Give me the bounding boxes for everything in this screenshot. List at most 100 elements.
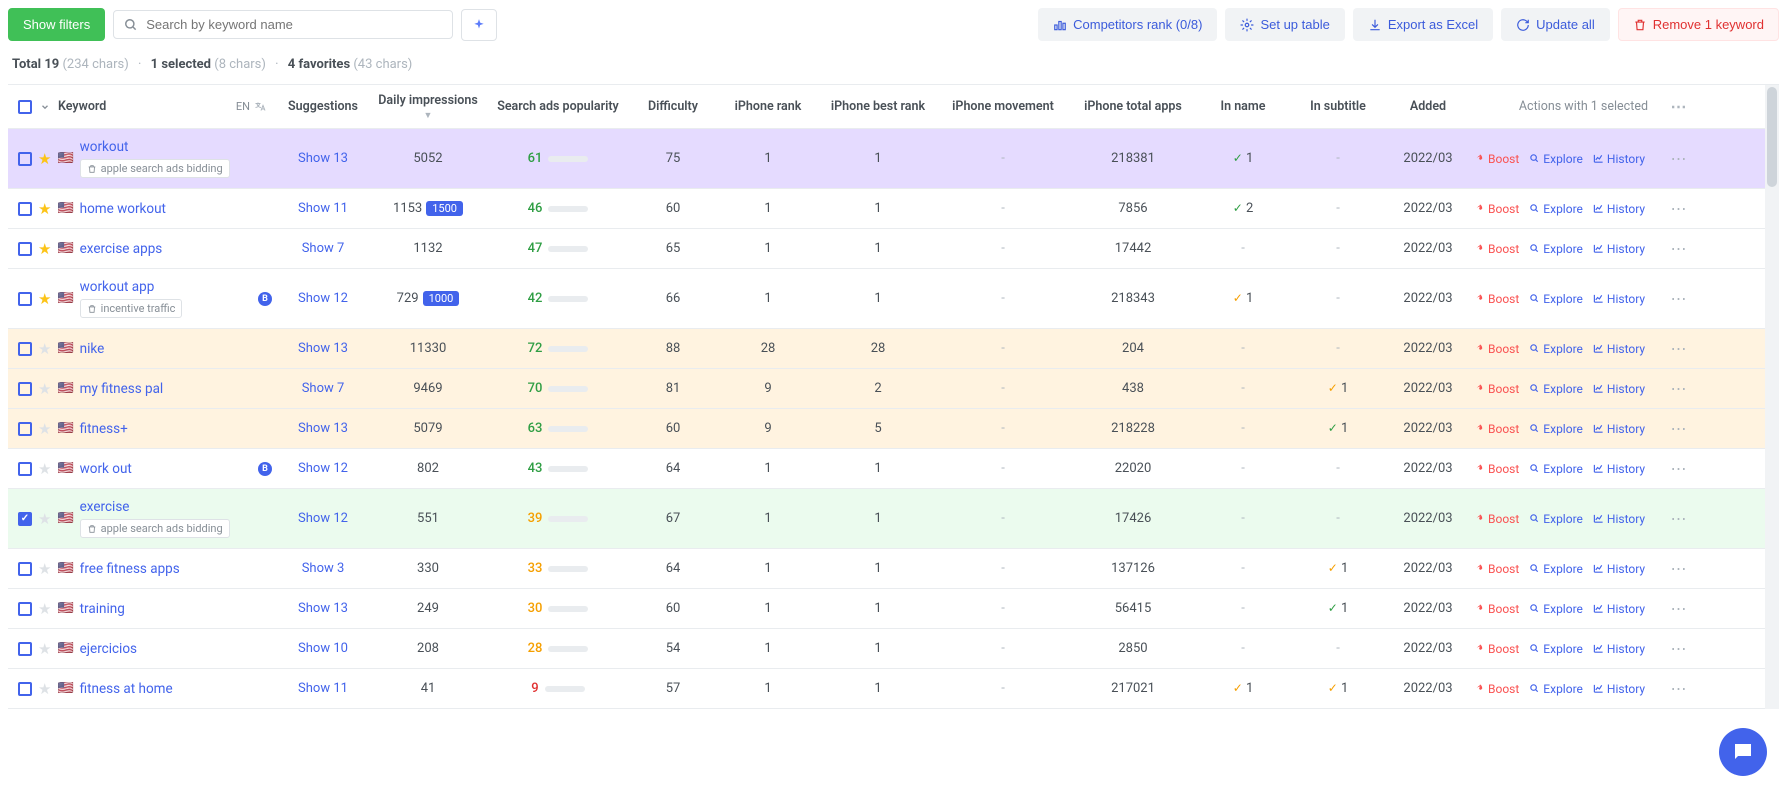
keyword-link[interactable]: workout app <box>80 279 155 295</box>
row-more-icon[interactable]: ⋯ <box>1671 559 1686 578</box>
export-excel-button[interactable]: Export as Excel <box>1353 8 1493 41</box>
row-checkbox[interactable] <box>18 202 32 216</box>
boost-button[interactable]: Boost <box>1474 292 1519 306</box>
col-keyword[interactable]: Keyword <box>58 99 106 114</box>
favorite-star-icon[interactable]: ★ <box>38 600 51 618</box>
col-actions[interactable]: Actions with 1 selected <box>1468 99 1658 114</box>
col-added[interactable]: Added <box>1388 99 1468 114</box>
row-more-icon[interactable]: ⋯ <box>1671 509 1686 528</box>
suggestions-link[interactable]: Show 13 <box>278 597 368 620</box>
favorite-star-icon[interactable]: ★ <box>38 380 51 398</box>
boost-button[interactable]: Boost <box>1474 602 1519 616</box>
boost-button[interactable]: Boost <box>1474 562 1519 576</box>
row-checkbox[interactable] <box>18 152 32 166</box>
keyword-link[interactable]: ejercicios <box>80 641 137 657</box>
boost-button[interactable]: Boost <box>1474 462 1519 476</box>
keyword-link[interactable]: nike <box>80 341 105 357</box>
competitors-rank-button[interactable]: Competitors rank (0/8) <box>1038 8 1217 41</box>
favorite-star-icon[interactable]: ★ <box>38 290 51 308</box>
suggestions-link[interactable]: Show 11 <box>278 197 368 220</box>
keyword-link[interactable]: work out <box>80 461 132 477</box>
col-iphone-rank[interactable]: iPhone rank <box>718 99 818 114</box>
favorite-star-icon[interactable]: ★ <box>38 680 51 698</box>
history-button[interactable]: History <box>1593 562 1645 576</box>
boost-button[interactable]: Boost <box>1474 682 1519 696</box>
header-more-icon[interactable]: ⋯ <box>1671 97 1686 116</box>
col-in-subtitle[interactable]: In subtitle <box>1288 99 1388 114</box>
history-button[interactable]: History <box>1593 382 1645 396</box>
history-button[interactable]: History <box>1593 682 1645 696</box>
row-checkbox[interactable] <box>18 562 32 576</box>
suggestions-link[interactable]: Show 13 <box>278 337 368 360</box>
explore-button[interactable]: Explore <box>1529 462 1583 476</box>
search-input-wrap[interactable] <box>113 10 453 39</box>
col-iphone-best[interactable]: iPhone best rank <box>818 99 938 114</box>
keyword-link[interactable]: workout <box>80 139 129 155</box>
row-more-icon[interactable]: ⋯ <box>1671 379 1686 398</box>
setup-table-button[interactable]: Set up table <box>1225 8 1344 41</box>
row-checkbox[interactable] <box>18 342 32 356</box>
row-checkbox[interactable] <box>18 512 32 526</box>
col-difficulty[interactable]: Difficulty <box>628 99 718 114</box>
suggestions-link[interactable]: Show 11 <box>278 677 368 700</box>
explore-button[interactable]: Explore <box>1529 342 1583 356</box>
suggestions-link[interactable]: Show 13 <box>278 417 368 440</box>
row-checkbox[interactable] <box>18 642 32 656</box>
keyword-link[interactable]: home workout <box>80 201 166 217</box>
vertical-scrollbar[interactable] <box>1765 85 1779 709</box>
chevron-down-icon[interactable] <box>40 102 50 112</box>
explore-button[interactable]: Explore <box>1529 422 1583 436</box>
boost-button[interactable]: Boost <box>1474 642 1519 656</box>
keyword-tag[interactable]: apple search ads bidding <box>80 519 230 538</box>
row-more-icon[interactable]: ⋯ <box>1671 679 1686 698</box>
magic-button[interactable] <box>461 9 497 41</box>
suggestions-link[interactable]: Show 3 <box>278 557 368 580</box>
col-search-ads[interactable]: Search ads popularity <box>488 99 628 114</box>
row-more-icon[interactable]: ⋯ <box>1671 419 1686 438</box>
row-checkbox[interactable] <box>18 292 32 306</box>
col-suggestions[interactable]: Suggestions <box>278 99 368 114</box>
explore-button[interactable]: Explore <box>1529 152 1583 166</box>
favorite-star-icon[interactable]: ★ <box>38 240 51 258</box>
update-all-button[interactable]: Update all <box>1501 8 1610 41</box>
suggestions-link[interactable]: Show 10 <box>278 637 368 660</box>
row-more-icon[interactable]: ⋯ <box>1671 639 1686 658</box>
col-daily-impressions[interactable]: Daily impressions▼ <box>368 93 488 121</box>
row-more-icon[interactable]: ⋯ <box>1671 459 1686 478</box>
row-checkbox[interactable] <box>18 682 32 696</box>
row-more-icon[interactable]: ⋯ <box>1671 149 1686 168</box>
favorite-star-icon[interactable]: ★ <box>38 640 51 658</box>
row-more-icon[interactable]: ⋯ <box>1671 289 1686 308</box>
suggestions-link[interactable]: Show 12 <box>278 287 368 310</box>
row-checkbox[interactable] <box>18 422 32 436</box>
history-button[interactable]: History <box>1593 422 1645 436</box>
explore-button[interactable]: Explore <box>1529 292 1583 306</box>
explore-button[interactable]: Explore <box>1529 642 1583 656</box>
keyword-link[interactable]: fitness+ <box>80 421 128 437</box>
boost-button[interactable]: Boost <box>1474 382 1519 396</box>
history-button[interactable]: History <box>1593 202 1645 216</box>
lang-selector[interactable]: EN <box>236 100 272 113</box>
show-filters-button[interactable]: Show filters <box>8 8 105 41</box>
suggestions-link[interactable]: Show 7 <box>278 377 368 400</box>
remove-keyword-button[interactable]: Remove 1 keyword <box>1618 8 1779 41</box>
history-button[interactable]: History <box>1593 462 1645 476</box>
row-more-icon[interactable]: ⋯ <box>1671 199 1686 218</box>
keyword-link[interactable]: free fitness apps <box>80 561 180 577</box>
keyword-tag[interactable]: incentive traffic <box>80 299 183 318</box>
suggestions-link[interactable]: Show 13 <box>278 147 368 170</box>
select-all-checkbox[interactable] <box>18 100 32 114</box>
favorite-star-icon[interactable]: ★ <box>38 460 51 478</box>
favorite-star-icon[interactable]: ★ <box>38 420 51 438</box>
history-button[interactable]: History <box>1593 292 1645 306</box>
suggestions-link[interactable]: Show 12 <box>278 507 368 530</box>
history-button[interactable]: History <box>1593 242 1645 256</box>
explore-button[interactable]: Explore <box>1529 602 1583 616</box>
explore-button[interactable]: Explore <box>1529 202 1583 216</box>
col-iphone-move[interactable]: iPhone movement <box>938 99 1068 114</box>
row-checkbox[interactable] <box>18 602 32 616</box>
favorite-star-icon[interactable]: ★ <box>38 200 51 218</box>
boost-button[interactable]: Boost <box>1474 512 1519 526</box>
suggestions-link[interactable]: Show 7 <box>278 237 368 260</box>
boost-button[interactable]: Boost <box>1474 342 1519 356</box>
